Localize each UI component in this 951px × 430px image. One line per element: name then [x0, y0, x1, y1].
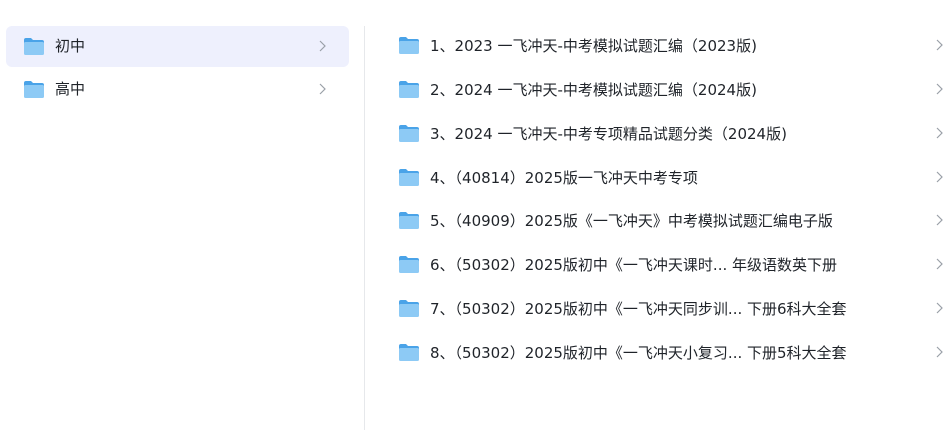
- chevron-right-icon: [936, 83, 943, 95]
- folder-item[interactable]: 7、（50302）2025版初中《一飞冲天同步训... 下册6科大全套: [390, 289, 943, 329]
- folder-item-label: 7、（50302）2025版初中《一飞冲天同步训... 下册6科大全套: [430, 300, 847, 318]
- folder-icon: [398, 124, 420, 143]
- folder-item[interactable]: 5、（40909）2025版《一飞冲天》中考模拟试题汇编电子版: [390, 201, 943, 241]
- folder-item-label: 1、2023 一飞冲天-中考模拟试题汇编（2023版): [430, 37, 757, 55]
- chevron-right-icon: [936, 171, 943, 183]
- folder-icon: [398, 168, 420, 187]
- chevron-right-icon: [936, 346, 943, 358]
- folder-icon: [398, 299, 420, 318]
- folder-item-label: 5、（40909）2025版《一飞冲天》中考模拟试题汇编电子版: [430, 212, 833, 230]
- folder-icon: [398, 211, 420, 230]
- folder-icon: [23, 80, 45, 99]
- folder-item-label: 6、（50302）2025版初中《一飞冲天课时... 年级语数英下册: [430, 256, 838, 274]
- folder-list: 1、2023 一飞冲天-中考模拟试题汇编（2023版) 2、2024 一飞冲天-…: [365, 0, 951, 430]
- category-label: 高中: [55, 80, 86, 98]
- folder-item-label: 2、2024 一飞冲天-中考模拟试题汇编（2024版): [430, 81, 757, 99]
- folder-icon: [398, 80, 420, 99]
- category-item-junior-high[interactable]: 初中: [6, 26, 349, 67]
- chevron-right-icon: [936, 127, 943, 139]
- folder-item-label: 3、2024 一飞冲天-中考专项精品试题分类（2024版): [430, 125, 787, 143]
- folder-icon: [398, 36, 420, 55]
- folder-icon: [23, 37, 45, 56]
- chevron-right-icon: [319, 40, 326, 52]
- chevron-right-icon: [936, 214, 943, 226]
- chevron-right-icon: [936, 39, 943, 51]
- folder-icon: [398, 255, 420, 274]
- category-list: 初中 高中: [0, 0, 364, 430]
- file-browser: 初中 高中 1、2023 一飞冲天-中考模拟试题汇编（2023版) 2、2024…: [0, 0, 951, 430]
- category-item-senior-high[interactable]: 高中: [6, 69, 349, 110]
- chevron-right-icon: [936, 258, 943, 270]
- folder-item[interactable]: 2、2024 一飞冲天-中考模拟试题汇编（2024版): [390, 70, 943, 110]
- folder-icon: [398, 343, 420, 362]
- folder-item[interactable]: 8、（50302）2025版初中《一飞冲天小复习... 下册5科大全套: [390, 333, 943, 373]
- chevron-right-icon: [936, 302, 943, 314]
- chevron-right-icon: [319, 83, 326, 95]
- folder-item[interactable]: 1、2023 一飞冲天-中考模拟试题汇编（2023版): [390, 26, 943, 66]
- folder-item-label: 4、（40814）2025版一飞冲天中考专项: [430, 169, 698, 187]
- folder-item[interactable]: 4、（40814）2025版一飞冲天中考专项: [390, 158, 943, 198]
- folder-item[interactable]: 6、（50302）2025版初中《一飞冲天课时... 年级语数英下册: [390, 245, 943, 285]
- category-label: 初中: [55, 37, 86, 55]
- folder-item-label: 8、（50302）2025版初中《一飞冲天小复习... 下册5科大全套: [430, 344, 847, 362]
- folder-item[interactable]: 3、2024 一飞冲天-中考专项精品试题分类（2024版): [390, 114, 943, 154]
